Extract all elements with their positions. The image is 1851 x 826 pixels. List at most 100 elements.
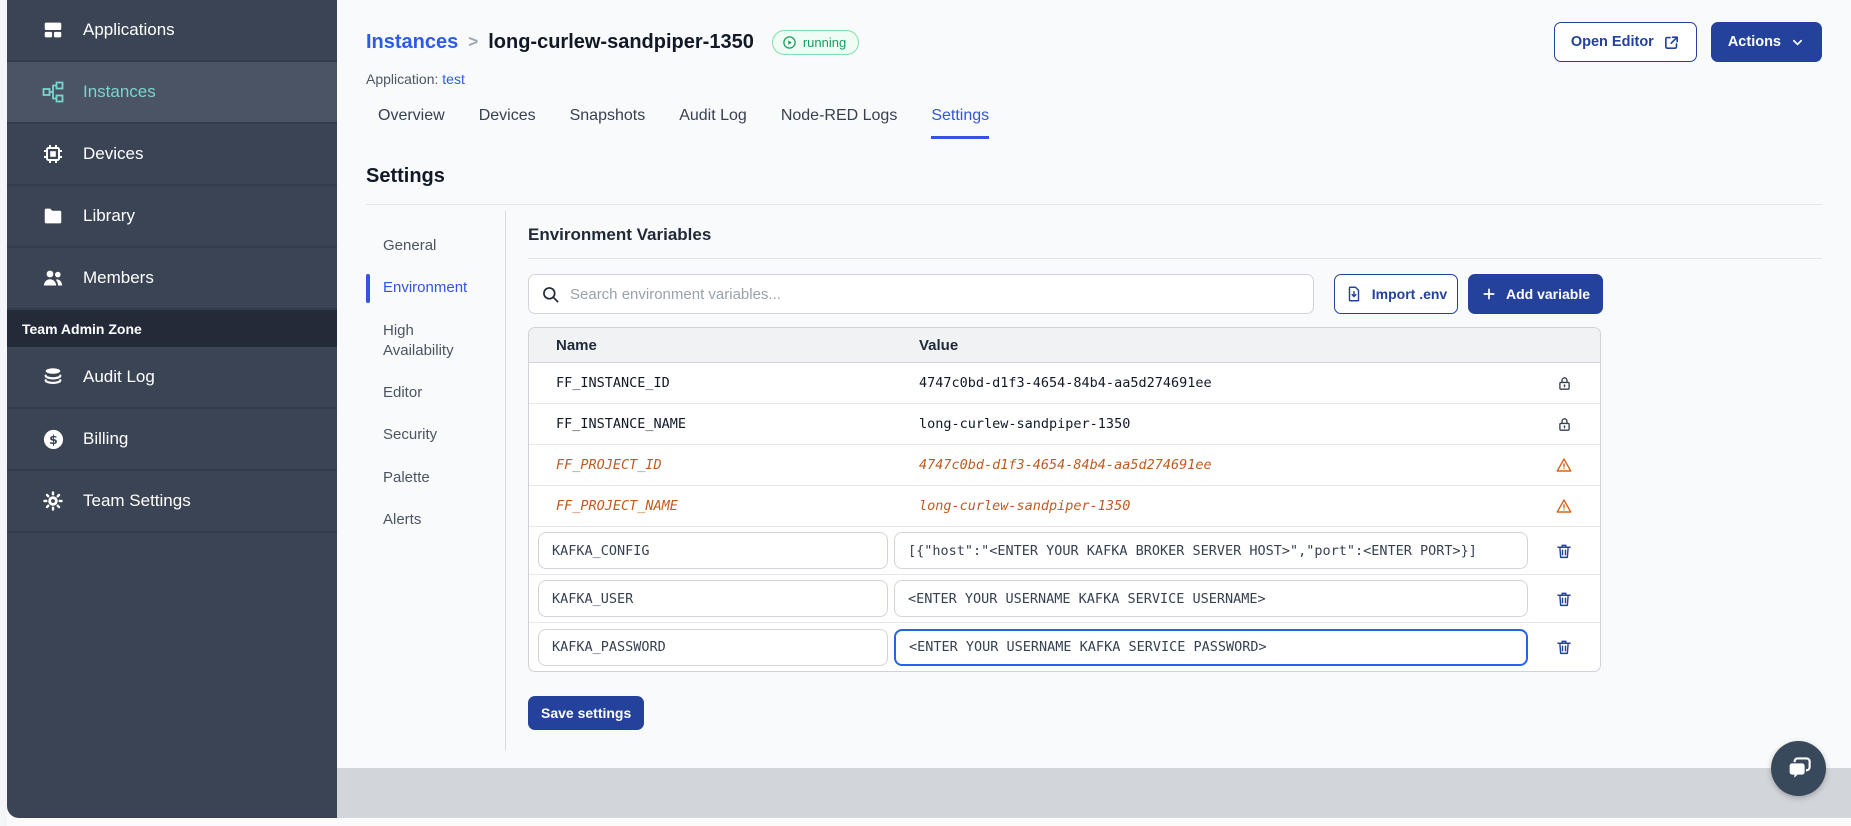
settings-nav-high-availability[interactable]: High Availability <box>366 310 505 373</box>
env-var-value-input[interactable] <box>894 532 1528 569</box>
table-row: FF_PROJECT_NAME long-curlew-sandpiper-13… <box>529 486 1600 527</box>
actions-button[interactable]: Actions <box>1710 22 1822 62</box>
sidebar-item-team-settings[interactable]: Team Settings <box>7 471 337 533</box>
table-row <box>529 527 1600 575</box>
sidebar-item-label: Audit Log <box>83 367 155 386</box>
table-header-row: Name Value <box>529 328 1600 363</box>
trash-icon <box>1557 544 1571 558</box>
sidebar-item-audit-log[interactable]: Audit Log <box>7 347 337 409</box>
settings-nav-alerts[interactable]: Alerts <box>366 499 505 541</box>
sidebar-section-label: Team Admin Zone <box>22 320 142 337</box>
applications-icon <box>41 18 65 42</box>
main-content: Instances > long-curlew-sandpiper-1350 r… <box>337 0 1851 768</box>
delete-variable-button[interactable] <box>1553 540 1575 562</box>
sidebar: Applications Instances Devices Library M… <box>7 0 337 818</box>
sidebar-item-devices[interactable]: Devices <box>7 124 337 186</box>
sidebar-item-label: Team Settings <box>83 491 191 510</box>
delete-variable-button[interactable] <box>1553 588 1575 610</box>
settings-nav-environment[interactable]: Environment <box>366 267 505 309</box>
application-label: Application: <box>366 71 439 87</box>
table-row <box>529 623 1600 671</box>
tab-audit-log[interactable]: Audit Log <box>679 107 747 139</box>
env-var-value: 4747c0bd-d1f3-4654-84b4-aa5d274691ee <box>919 457 1212 473</box>
env-var-name: FF_PROJECT_NAME <box>556 498 678 514</box>
team-settings-gear-icon <box>41 489 65 513</box>
status-badge: running <box>771 29 860 55</box>
running-play-icon <box>783 35 796 49</box>
open-editor-label: Open Editor <box>1570 34 1654 50</box>
sidebar-item-label: Applications <box>83 20 175 39</box>
bottom-gray-band <box>337 768 1851 818</box>
trash-icon <box>1557 592 1571 606</box>
open-editor-button[interactable]: Open Editor <box>1553 22 1697 62</box>
import-env-label: Import .env <box>1371 286 1448 302</box>
trash-icon <box>1557 640 1571 655</box>
settings-nav-editor[interactable]: Editor <box>366 372 505 414</box>
instance-tabs: Overview Devices Snapshots Audit Log Nod… <box>337 107 1851 139</box>
lock-icon <box>1558 376 1570 390</box>
external-link-icon <box>1664 35 1678 49</box>
sidebar-item-applications[interactable]: Applications <box>7 0 337 62</box>
column-header-name: Name <box>556 336 597 354</box>
application-name-link[interactable]: test <box>442 71 465 87</box>
sidebar-item-instances[interactable]: Instances <box>7 62 337 124</box>
svg-text:$: $ <box>49 431 58 446</box>
breadcrumb-instances-link[interactable]: Instances <box>366 31 458 54</box>
save-settings-button[interactable]: Save settings <box>528 696 645 730</box>
env-var-value-input[interactable] <box>894 580 1528 617</box>
delete-variable-button[interactable] <box>1553 636 1575 658</box>
actions-label: Actions <box>1727 34 1781 50</box>
sidebar-item-label: Devices <box>83 144 144 163</box>
chevron-down-icon <box>1792 39 1803 46</box>
tab-overview[interactable]: Overview <box>378 107 445 139</box>
env-var-name: FF_INSTANCE_NAME <box>556 416 687 432</box>
table-row: FF_INSTANCE_ID 4747c0bd-d1f3-4654-84b4-a… <box>529 363 1600 404</box>
sidebar-item-label: Library <box>83 206 135 225</box>
settings-nav-palette[interactable]: Palette <box>366 457 505 499</box>
env-var-value: long-curlew-sandpiper-1350 <box>919 498 1131 514</box>
settings-nav: General Environment High Availability Ed… <box>366 211 506 750</box>
env-var-value: 4747c0bd-d1f3-4654-84b4-aa5d274691ee <box>919 375 1212 391</box>
plus-icon <box>1483 288 1495 300</box>
environment-variables-table: Name Value FF_INSTANCE_ID 4747c0bd-d1f3-… <box>528 327 1601 672</box>
import-env-button[interactable]: Import .env <box>1334 274 1458 314</box>
environment-toolbar: Import .env Add variable <box>528 274 1822 314</box>
application-line: Application: test <box>366 71 1822 87</box>
bottom-white-strip <box>7 818 1851 826</box>
sidebar-item-members[interactable]: Members <box>7 248 337 310</box>
billing-icon: $ <box>41 427 65 451</box>
env-var-name-input[interactable] <box>538 532 888 569</box>
chat-widget-button[interactable] <box>1771 741 1826 796</box>
add-variable-button[interactable]: Add variable <box>1468 274 1603 314</box>
env-var-name: FF_INSTANCE_ID <box>556 375 670 391</box>
page-left-gutter <box>0 0 7 826</box>
tab-snapshots[interactable]: Snapshots <box>570 107 646 139</box>
settings-nav-security[interactable]: Security <box>366 414 505 456</box>
settings-title: Settings <box>366 165 445 187</box>
env-var-value-input-focused[interactable] <box>894 628 1528 666</box>
tab-settings[interactable]: Settings <box>931 107 990 139</box>
tab-devices[interactable]: Devices <box>479 107 536 139</box>
settings-nav-general[interactable]: General <box>366 225 505 267</box>
env-var-name-input[interactable] <box>538 628 888 666</box>
sidebar-item-billing[interactable]: $ Billing <box>7 409 337 471</box>
audit-log-icon <box>41 365 65 389</box>
add-variable-label: Add variable <box>1505 286 1591 302</box>
chat-bubbles-icon <box>1787 756 1811 781</box>
sidebar-section-team-admin-zone: Team Admin Zone <box>7 310 337 347</box>
env-var-name-input[interactable] <box>538 580 888 617</box>
search-input[interactable] <box>570 285 1301 303</box>
sidebar-item-library[interactable]: Library <box>7 186 337 248</box>
env-var-value: long-curlew-sandpiper-1350 <box>919 416 1131 432</box>
table-row: FF_INSTANCE_NAME long-curlew-sandpiper-1… <box>529 404 1600 445</box>
members-icon <box>41 266 65 290</box>
tab-node-red-logs[interactable]: Node-RED Logs <box>781 107 898 139</box>
breadcrumb-separator: > <box>468 32 479 51</box>
search-box <box>528 274 1314 314</box>
import-file-icon <box>1348 286 1359 302</box>
warning-icon <box>1556 458 1572 472</box>
settings-section: Settings General Environment High Availa… <box>337 139 1851 750</box>
table-row <box>529 575 1600 623</box>
library-icon <box>41 204 65 228</box>
devices-icon <box>41 142 65 166</box>
